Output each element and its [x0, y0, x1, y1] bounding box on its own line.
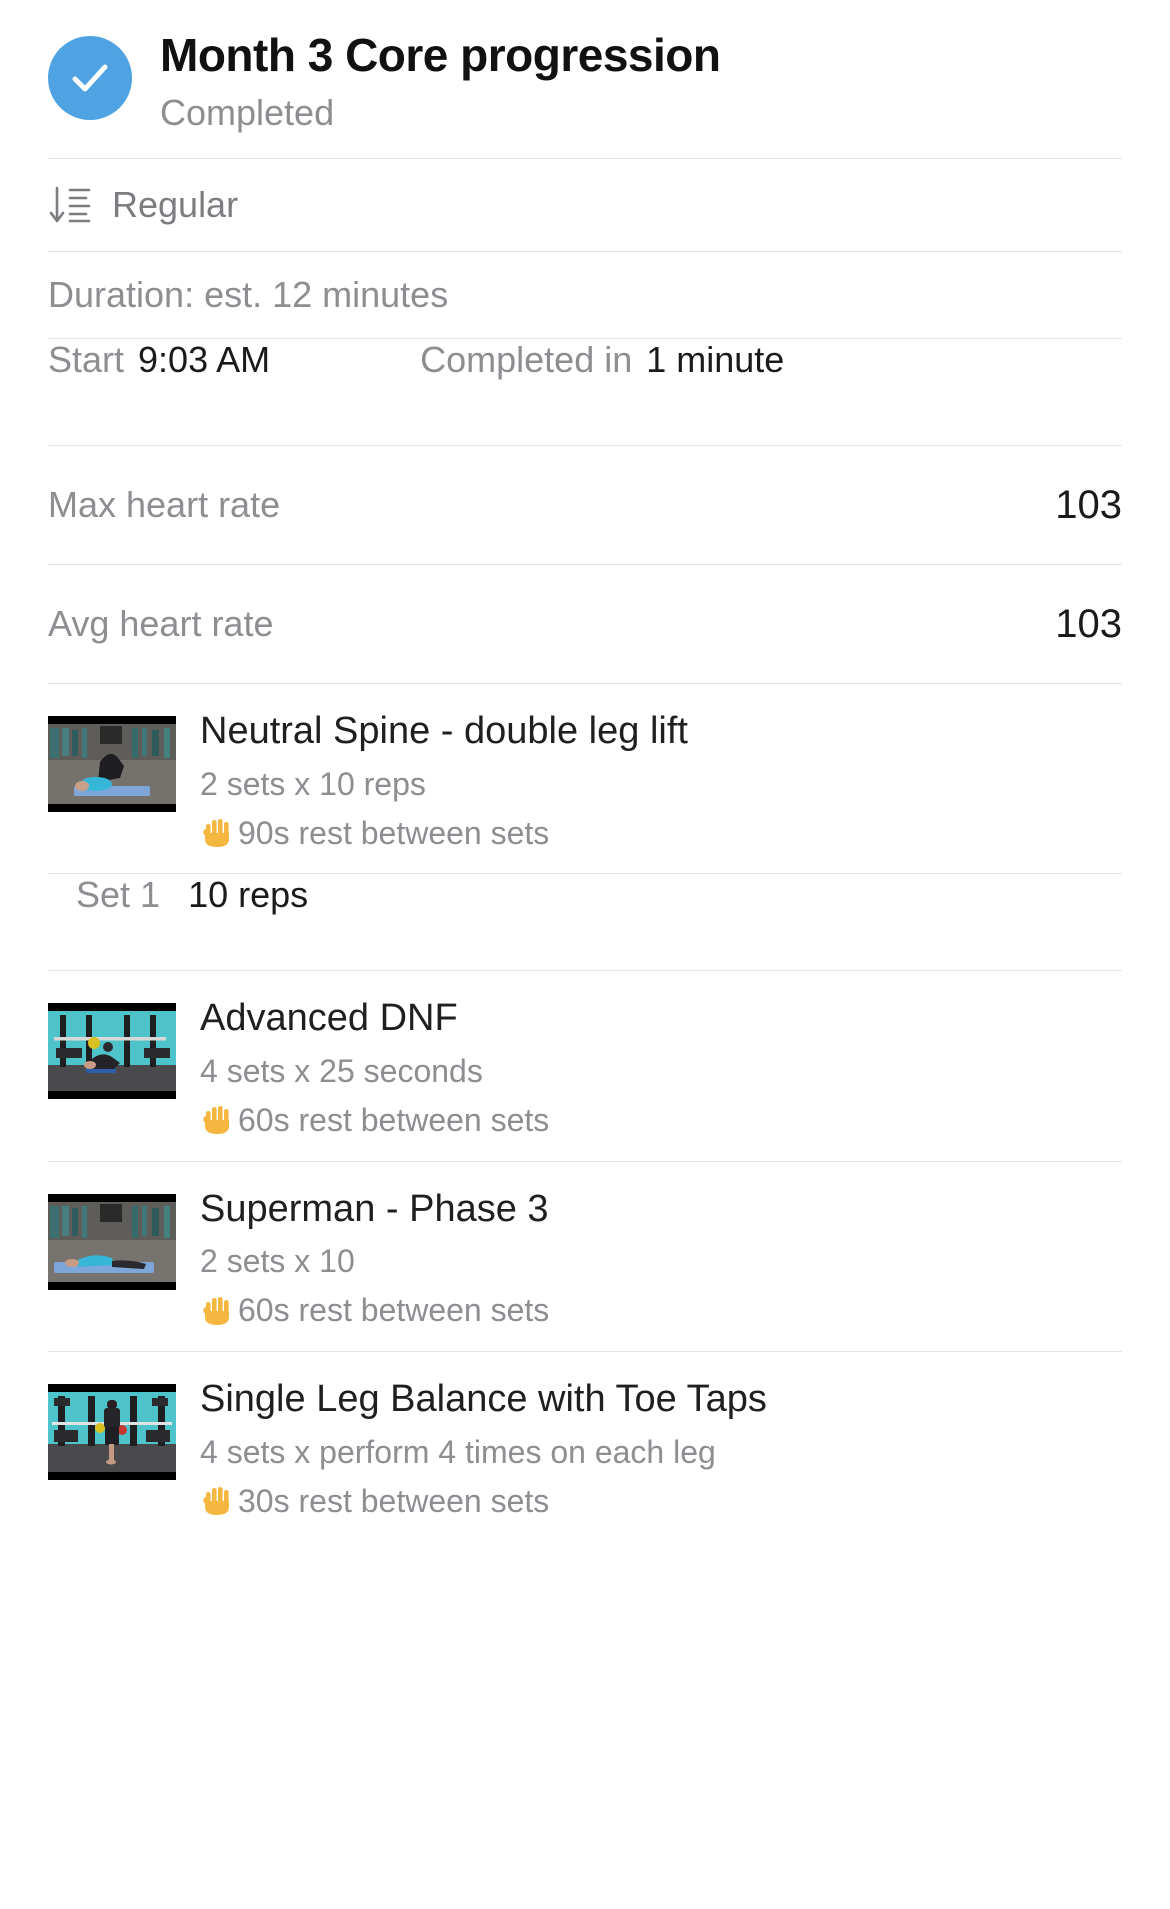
raised-hand-icon [200, 1484, 234, 1518]
duration-label: Duration: est. 12 minutes [48, 274, 449, 316]
workout-detail-page: Month 3 Core progression Completed Regul… [0, 0, 1170, 1541]
exercise-rest-text: 60s rest between sets [238, 1101, 550, 1138]
exercise-rest: 90s rest between sets [200, 815, 688, 852]
start-label: Start [48, 339, 125, 381]
exercise-scheme: 2 sets x 10 [200, 1243, 355, 1280]
exercise-rest: 60s rest between sets [200, 1292, 549, 1329]
exercise-body: Single Leg Balance with Toe Taps 4 sets … [200, 1376, 767, 1519]
exercise-scheme: 4 sets x perform 4 times on each leg [200, 1433, 716, 1470]
raised-hand-icon [200, 1294, 234, 1328]
avg-heart-rate-label: Avg heart rate [48, 603, 274, 645]
exercise-item[interactable]: Superman - Phase 3 2 sets x 10 60s rest … [48, 1162, 1122, 1351]
exercise-rest-text: 90s rest between sets [238, 814, 550, 851]
exercise-scheme: 2 sets x 10 reps [200, 765, 426, 802]
completed-group: Completed in 1 minute [420, 339, 784, 381]
completed-value: 1 minute [646, 339, 785, 381]
avg-heart-rate-value: 103 [1055, 601, 1122, 646]
max-heart-rate-label: Max heart rate [48, 484, 281, 526]
check-circle-icon [48, 36, 132, 120]
exercise-body: Superman - Phase 3 2 sets x 10 60s rest … [200, 1186, 549, 1329]
raised-hand-icon [200, 1103, 234, 1137]
sort-descending-icon [48, 184, 92, 226]
exercise-thumbnail[interactable] [48, 1384, 176, 1481]
exercise-item[interactable]: Neutral Spine - double leg lift 2 sets x… [48, 684, 1122, 873]
exercise-name: Superman - Phase 3 [200, 1187, 549, 1230]
exercise-thumbnail[interactable] [48, 1003, 176, 1100]
raised-hand-icon [200, 816, 234, 850]
exercise-rest-text: 60s rest between sets [238, 1292, 550, 1329]
start-value: 9:03 AM [138, 339, 271, 381]
exercise-body: Advanced DNF 4 sets x 25 seconds 60s res… [200, 995, 549, 1138]
timing-row: Start 9:03 AM Completed in 1 minute [48, 339, 1122, 445]
set-value: 10 reps [188, 874, 309, 916]
exercise-name: Advanced DNF [200, 997, 458, 1040]
exercise-name: Neutral Spine - double leg lift [200, 710, 688, 753]
max-heart-rate-value: 103 [1055, 482, 1122, 527]
exercise-thumbnail[interactable] [48, 1193, 176, 1290]
completed-label: Completed in [420, 339, 633, 381]
page-title: Month 3 Core progression [160, 29, 721, 81]
exercise-thumbnail[interactable] [48, 716, 176, 813]
exercise-set-row: Set 1 10 reps [48, 874, 1122, 970]
set-label: Set 1 [76, 874, 161, 916]
max-heart-rate-row: Max heart rate 103 [48, 446, 1122, 564]
exercise-name: Single Leg Balance with Toe Taps [200, 1378, 767, 1421]
exercise-scheme: 4 sets x 25 seconds [200, 1053, 483, 1090]
exercise-rest: 60s rest between sets [200, 1102, 549, 1139]
exercise-rest-text: 30s rest between sets [238, 1482, 550, 1519]
exercise-item[interactable]: Single Leg Balance with Toe Taps 4 sets … [48, 1352, 1122, 1541]
workout-header-text: Month 3 Core progression Completed [160, 29, 721, 133]
exercise-body: Neutral Spine - double leg lift 2 sets x… [200, 708, 688, 851]
start-group: Start 9:03 AM [48, 339, 270, 381]
workout-type-label: Regular [112, 184, 239, 226]
exercise-item[interactable]: Advanced DNF 4 sets x 25 seconds 60s res… [48, 971, 1122, 1160]
duration-row: Duration: est. 12 minutes [48, 252, 1122, 338]
workout-type-row[interactable]: Regular [48, 159, 1122, 251]
avg-heart-rate-row: Avg heart rate 103 [48, 565, 1122, 683]
status-text: Completed [160, 91, 335, 133]
exercise-rest: 30s rest between sets [200, 1483, 767, 1520]
workout-header: Month 3 Core progression Completed [48, 0, 1122, 158]
